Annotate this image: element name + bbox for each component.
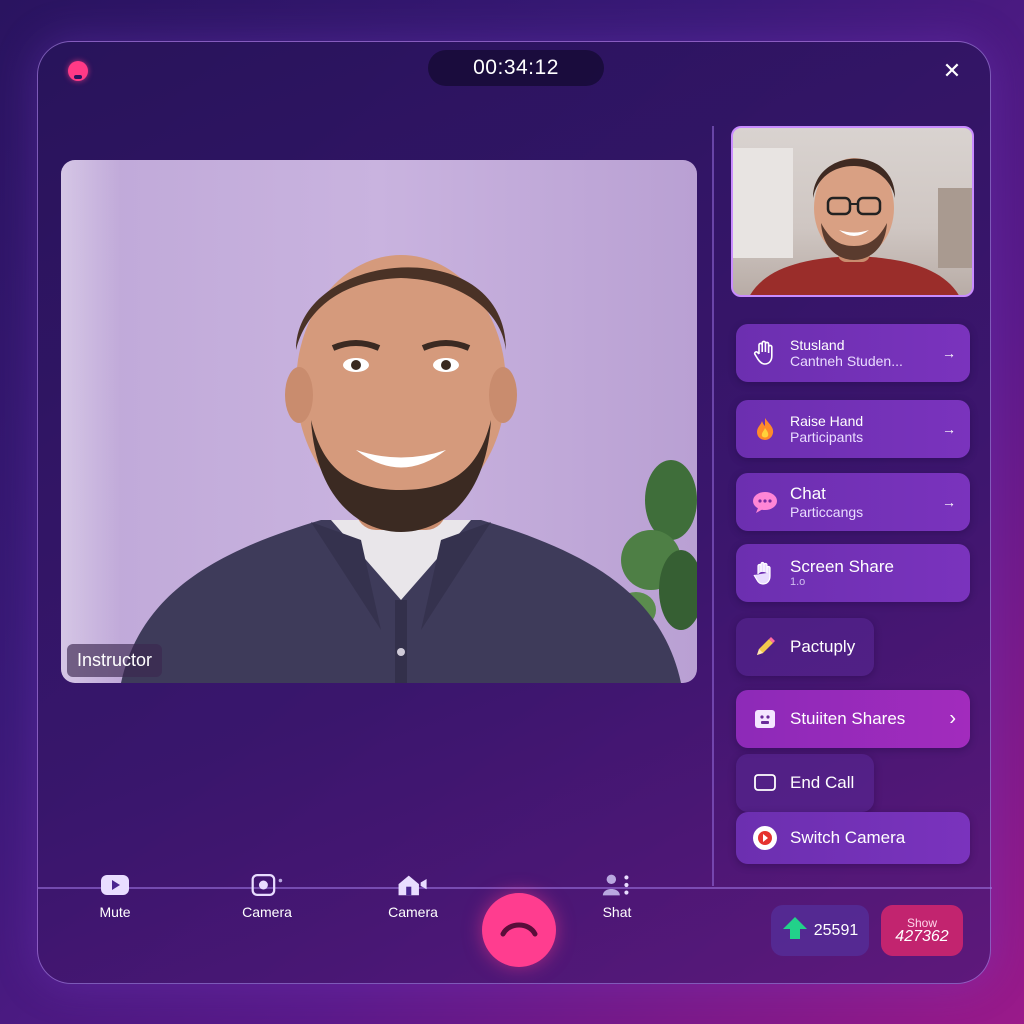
side-button-line1: Raise Hand [790, 412, 864, 429]
video-call-window: 00:34:12 ✕ Instructor Stusland Cantneh S… [37, 41, 992, 984]
camera-alt-label: Camera [388, 904, 438, 920]
side-button-line1: Pactuply [790, 637, 856, 657]
hand-icon [752, 340, 778, 366]
side-button-line2: Participants [790, 429, 864, 445]
arrow-right-icon: → [942, 494, 956, 510]
side-button-switch-camera[interactable]: Switch Camera [736, 812, 970, 864]
panel-divider [712, 126, 714, 886]
shat-label: Shat [602, 904, 632, 920]
toolbar-divider [38, 887, 992, 889]
home-camera-icon [396, 870, 430, 900]
recording-indicator-icon [68, 61, 88, 81]
camera-switch-icon [752, 825, 778, 851]
participant-name-label: Instructor [67, 644, 163, 677]
show-counter[interactable]: Show 427362 [881, 905, 963, 956]
side-button-pactuply[interactable]: Pactuply [736, 618, 874, 676]
self-portrait [733, 148, 972, 295]
video-play-icon [98, 870, 132, 900]
fire-icon [752, 416, 778, 442]
side-button-line1: Stuiiten Shares [790, 709, 906, 729]
pencil-icon [752, 634, 778, 660]
side-button-chat[interactable]: Chat Particcangs → [736, 473, 970, 531]
screen-face-icon [752, 706, 778, 732]
side-button-raise-hand[interactable]: Raise Hand Participants → [736, 400, 970, 458]
side-button-screen-share[interactable]: Screen Share 1.o [736, 544, 970, 602]
arrow-right-icon: → [942, 421, 956, 437]
camera-label: Camera [242, 904, 292, 920]
camera-icon [250, 870, 284, 900]
side-button-line2: 1.o [790, 576, 806, 589]
chevron-right-icon: › [949, 707, 956, 730]
screen-icon [752, 770, 778, 796]
participants-icon [600, 870, 634, 900]
upvote-count: 25591 [813, 921, 859, 939]
side-button-line1: Screen Share [790, 556, 894, 576]
side-button-line2: Particcangs [790, 503, 864, 520]
raised-hand-icon [752, 560, 778, 586]
mute-label: Mute [99, 904, 131, 920]
side-button-line1: Chat [790, 484, 826, 504]
arrow-right-icon: → [942, 345, 956, 361]
side-button-line1: End Call [790, 773, 855, 793]
self-preview-video[interactable] [731, 126, 974, 297]
mute-button[interactable]: Mute [75, 870, 155, 920]
chat-bubble-icon [752, 489, 778, 515]
upvote-counter[interactable]: 25591 [771, 905, 869, 956]
side-button-stusland[interactable]: Stusland Cantneh Studen... → [736, 324, 970, 382]
instructor-portrait [121, 255, 697, 683]
show-label: Show [906, 915, 938, 930]
camera-alt-button[interactable]: Camera [373, 870, 453, 920]
side-button-line2: Cantneh Studen... [790, 353, 903, 369]
side-button-stuiiten-shares[interactable]: Stuiiten Shares › [736, 690, 970, 748]
call-timer: 00:34:12 [428, 50, 604, 86]
hang-up-icon [499, 918, 539, 943]
side-button-line1: Stusland [790, 336, 845, 353]
show-count: 427362 [895, 927, 949, 945]
side-button-line1: Switch Camera [790, 828, 906, 848]
camera-button[interactable]: Camera [227, 870, 307, 920]
shat-button[interactable]: Shat [577, 870, 657, 920]
close-icon[interactable]: ✕ [940, 59, 964, 83]
arrow-up-icon [782, 916, 808, 945]
end-call-button[interactable] [482, 893, 556, 967]
main-video-feed[interactable]: Instructor [61, 160, 697, 683]
side-button-end-call[interactable]: End Call [736, 754, 874, 812]
